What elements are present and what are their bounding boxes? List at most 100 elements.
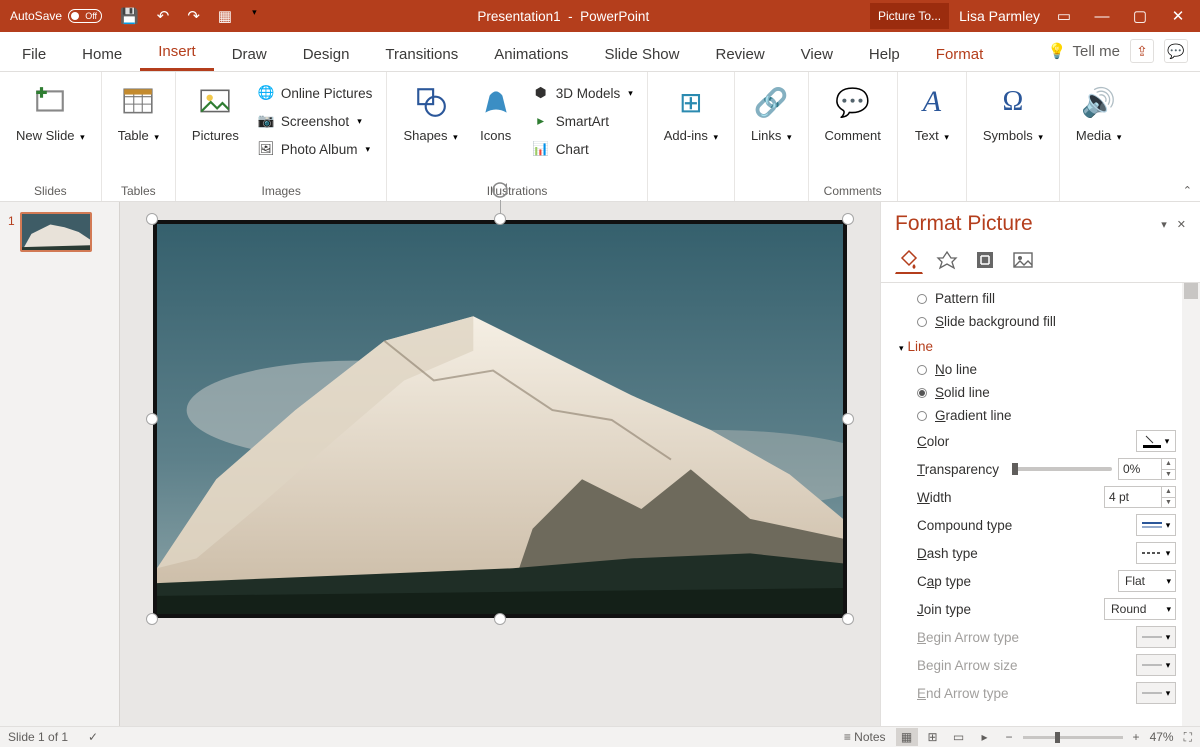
solid-line-option[interactable]: Solid line [895, 381, 1194, 404]
chart-button[interactable]: 📊Chart [528, 138, 637, 160]
zoom-slider[interactable] [1023, 736, 1123, 739]
tab-transitions[interactable]: Transitions [367, 38, 476, 71]
spellcheck-icon[interactable]: ✓ [88, 730, 98, 744]
size-tab-icon[interactable] [971, 246, 999, 274]
addins-button[interactable]: ⊞ Add-ins ▾ [658, 82, 724, 145]
resize-handle-tr[interactable] [842, 213, 854, 225]
line-section-header[interactable]: Line [895, 333, 1194, 358]
picture-tab-icon[interactable] [1009, 246, 1037, 274]
line-color-picker[interactable]: ▾ [1136, 430, 1176, 452]
fill-line-tab-icon[interactable] [895, 246, 923, 274]
transparency-slider[interactable] [1012, 467, 1112, 471]
online-pictures-button[interactable]: 🌐Online Pictures [253, 82, 377, 104]
slide-thumbnail-1[interactable] [20, 212, 92, 252]
minimize-icon[interactable]: — [1088, 8, 1116, 25]
reading-view-icon[interactable]: ▭ [948, 728, 970, 746]
shapes-icon [414, 84, 448, 120]
icons-icon [479, 84, 513, 120]
save-icon[interactable]: 💾 [120, 7, 139, 25]
tab-draw[interactable]: Draw [214, 38, 285, 71]
symbols-button[interactable]: Ω Symbols ▾ [977, 82, 1049, 145]
tab-file[interactable]: File [4, 38, 64, 71]
share-button[interactable]: ⇪ [1130, 39, 1154, 63]
online-pictures-icon: 🌐 [257, 84, 275, 102]
media-button[interactable]: 🔊 Media ▾ [1070, 82, 1128, 145]
undo-icon[interactable]: ↶ [157, 7, 170, 25]
user-name[interactable]: Lisa Parmley [959, 8, 1040, 24]
tab-slideshow[interactable]: Slide Show [586, 38, 697, 71]
collapse-ribbon-icon[interactable]: ⌃ [1183, 184, 1192, 197]
zoom-level[interactable]: 47% [1150, 730, 1174, 744]
sorter-view-icon[interactable]: ⊞ [922, 728, 944, 746]
autosave-toggle[interactable]: AutoSave Off [10, 9, 102, 23]
pane-dropdown-icon[interactable]: ▾ [1161, 218, 1167, 231]
group-slides: Slides [10, 181, 91, 201]
width-input[interactable]: 4 pt▲▼ [1104, 486, 1176, 508]
screenshot-button[interactable]: 📷Screenshot ▾ [253, 110, 377, 132]
ribbon: New Slide ▾ Slides Table ▾ Tables Pictur… [0, 72, 1200, 202]
slideshow-icon[interactable]: ▦ [218, 7, 232, 25]
compound-type-picker[interactable]: ▾ [1136, 514, 1176, 536]
new-slide-icon [33, 84, 67, 120]
join-type-combo[interactable]: Round▾ [1104, 598, 1176, 620]
pictures-button[interactable]: Pictures [186, 82, 245, 145]
group-illustrations: Illustrations [397, 181, 636, 201]
smartart-button[interactable]: ▸SmartArt [528, 110, 637, 132]
titlebar: AutoSave Off 💾 ↶ ↷ ▦ ▾ Presentation1 - P… [0, 0, 1200, 32]
dash-type-picker[interactable]: ▾ [1136, 542, 1176, 564]
photo-album-button[interactable]: 🖼Photo Album ▾ [253, 138, 377, 160]
resize-handle-l[interactable] [146, 413, 158, 425]
picture-tools-tab[interactable]: Picture To... [870, 3, 949, 29]
icons-button[interactable]: Icons [472, 82, 520, 145]
resize-handle-b[interactable] [494, 613, 506, 625]
zoom-out-button[interactable]: − [1006, 730, 1013, 744]
table-button[interactable]: Table ▾ [112, 82, 165, 145]
gradient-line-option[interactable]: Gradient line [895, 404, 1194, 427]
close-icon[interactable]: ✕ [1164, 7, 1192, 25]
end-arrow-type-label: End Arrow type [917, 686, 1130, 701]
shapes-button[interactable]: Shapes ▾ [397, 82, 463, 145]
no-line-option[interactable]: No line [895, 358, 1194, 381]
resize-handle-bl[interactable] [146, 613, 158, 625]
resize-handle-tl[interactable] [146, 213, 158, 225]
maximize-icon[interactable]: ▢ [1126, 7, 1154, 25]
pane-close-icon[interactable]: ✕ [1177, 218, 1186, 231]
pattern-fill-option[interactable]: Pattern fill [895, 287, 1194, 310]
inserted-picture[interactable] [153, 220, 847, 618]
slide-canvas[interactable] [120, 202, 880, 726]
transparency-input[interactable]: 0%▲▼ [1118, 458, 1176, 480]
new-slide-button[interactable]: New Slide ▾ [10, 82, 91, 145]
resize-handle-r[interactable] [842, 413, 854, 425]
tab-view[interactable]: View [783, 38, 851, 71]
chart-icon: 📊 [532, 140, 550, 158]
tab-help[interactable]: Help [851, 38, 918, 71]
notes-button[interactable]: ≡ Notes [844, 730, 886, 744]
rotation-handle[interactable] [490, 180, 510, 200]
comments-button[interactable]: 💬 [1164, 39, 1188, 63]
pane-scrollbar[interactable] [1182, 283, 1200, 726]
redo-icon[interactable]: ↷ [187, 7, 200, 25]
slide-indicator[interactable]: Slide 1 of 1 [8, 730, 68, 744]
resize-handle-br[interactable] [842, 613, 854, 625]
tab-review[interactable]: Review [697, 38, 782, 71]
normal-view-icon[interactable]: ▦ [896, 728, 918, 746]
comment-button[interactable]: 💬 Comment [819, 82, 887, 145]
effects-tab-icon[interactable] [933, 246, 961, 274]
ribbon-display-icon[interactable]: ▭ [1050, 7, 1078, 25]
3d-models-button[interactable]: ⬢3D Models ▾ [528, 82, 637, 104]
begin-arrow-size-label: Begin Arrow size [917, 658, 1130, 673]
text-button[interactable]: A Text ▾ [908, 82, 956, 145]
zoom-in-button[interactable]: + [1133, 730, 1140, 744]
links-button[interactable]: 🔗 Links ▾ [745, 82, 798, 145]
cap-type-combo[interactable]: Flat▾ [1118, 570, 1176, 592]
tab-format[interactable]: Format [918, 38, 1002, 71]
tab-design[interactable]: Design [285, 38, 368, 71]
tab-insert[interactable]: Insert [140, 35, 214, 71]
fit-to-window-icon[interactable]: ⛶ [1184, 730, 1192, 745]
tab-animations[interactable]: Animations [476, 38, 586, 71]
resize-handle-t[interactable] [494, 213, 506, 225]
tell-me-search[interactable]: 💡 Tell me [1048, 42, 1120, 60]
slide-bg-fill-option[interactable]: Slide background fill [895, 310, 1194, 333]
slideshow-view-icon[interactable]: ▸ [974, 728, 996, 746]
tab-home[interactable]: Home [64, 38, 140, 71]
